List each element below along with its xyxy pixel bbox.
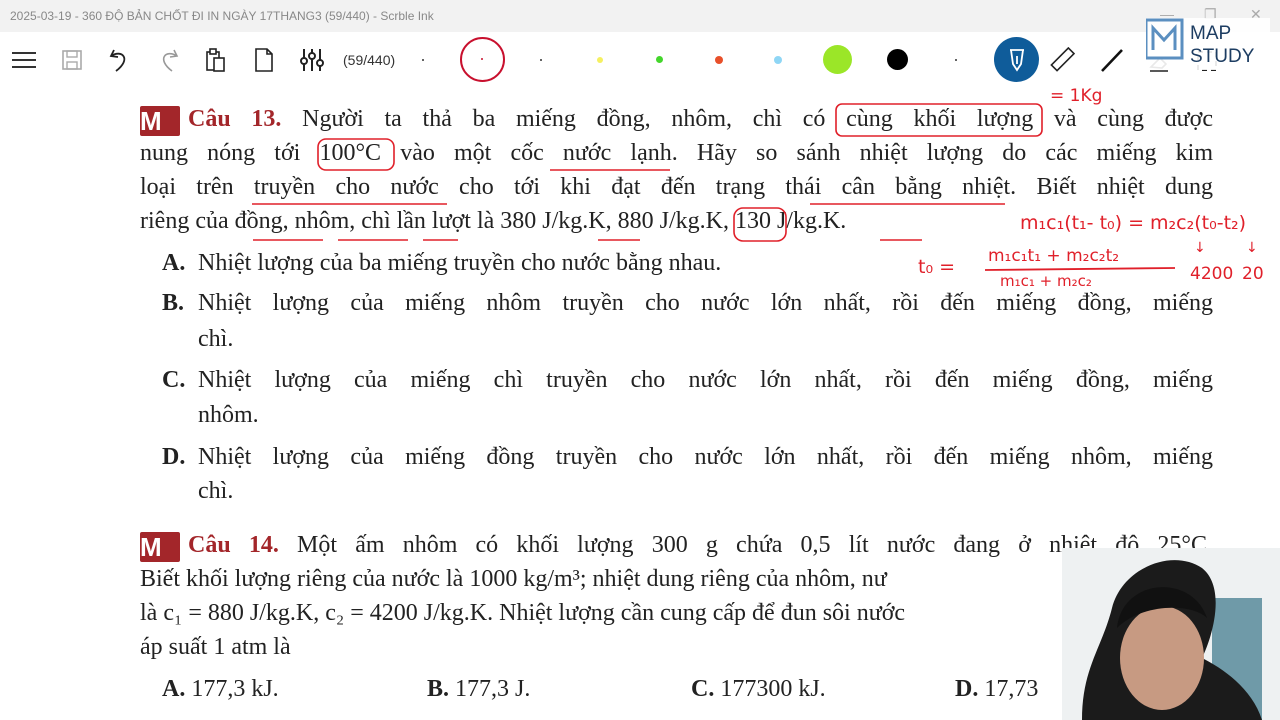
- ink-denominator: m₁c₁ + m₂c₂: [1000, 272, 1092, 290]
- ink-20: 20: [1242, 264, 1264, 284]
- ink-fraction-bar: [984, 267, 1176, 271]
- ink-box-100c: [317, 138, 395, 171]
- ink-underlines: [252, 169, 1005, 241]
- ink-t0: t₀ =: [918, 256, 956, 278]
- ink-numerator: m₁c₁t₁ + m₂c₂t₂: [988, 246, 1120, 266]
- webcam-overlay: [1062, 548, 1280, 720]
- ink-mass-note: = 1Kg: [1050, 86, 1103, 106]
- ink-arrow: ↓: [1246, 240, 1258, 256]
- ink-arrow: ↓: [1194, 240, 1206, 256]
- ink-equation: m₁c₁(t₁- t₀) = m₂c₂(t₀-t₂): [1020, 212, 1247, 234]
- ink-box-cung-khoi-luong: [835, 103, 1043, 137]
- ink-4200: 4200: [1190, 264, 1234, 284]
- ink-box-880: [733, 207, 787, 242]
